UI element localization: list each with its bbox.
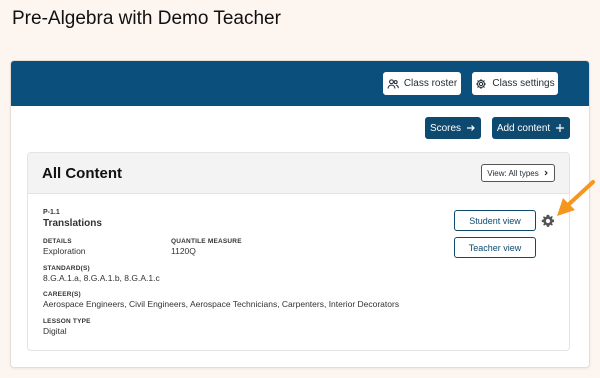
details-value: Exploration	[43, 246, 86, 256]
scores-label: Scores	[429, 122, 462, 134]
annotation-arrow-icon	[557, 180, 595, 216]
quantile-label: QUANTILE MEASURE	[171, 238, 242, 245]
student-view-button[interactable]: Student view	[454, 210, 536, 231]
teacher-view-button[interactable]: Teacher view	[454, 237, 536, 258]
view-filter-label: View: All types	[487, 168, 539, 178]
card-header: Class roster Class settings	[11, 61, 589, 106]
lesson-settings-gear-icon[interactable]	[541, 214, 555, 228]
quantile-value: 1120Q	[171, 246, 196, 256]
standards-value: 8.G.A.1.a, 8.G.A.1.b, 8.G.A.1.c	[43, 273, 160, 283]
class-card: Class roster Class settings Scores Add c…	[10, 60, 590, 368]
class-roster-button[interactable]: Class roster	[383, 72, 461, 95]
details-label: DETAILS	[43, 238, 72, 245]
standards-label: STANDARD(S)	[43, 265, 90, 272]
content-panel-header: All Content View: All types	[28, 153, 569, 194]
class-settings-button[interactable]: Class settings	[472, 72, 558, 95]
view-filter-button[interactable]: View: All types	[481, 164, 555, 182]
scores-button[interactable]: Scores	[425, 117, 481, 139]
class-settings-label: Class settings	[492, 78, 555, 89]
all-content-panel: All Content View: All types P-1.1 Transl…	[27, 152, 570, 351]
class-roster-label: Class roster	[403, 78, 458, 89]
lesson-title: Translations	[43, 218, 102, 229]
users-icon	[387, 78, 399, 89]
career-label: CAREER(S)	[43, 291, 81, 298]
chevron-right-icon	[544, 170, 548, 176]
gear-icon	[476, 78, 487, 89]
lesson-code: P-1.1	[43, 209, 60, 216]
lesson-type-label: LESSON TYPE	[43, 318, 91, 325]
add-content-button[interactable]: Add content	[492, 117, 570, 139]
lesson-type-value: Digital	[43, 326, 67, 336]
arrow-right-icon	[467, 125, 475, 131]
all-content-title: All Content	[42, 165, 122, 182]
add-content-label: Add content	[496, 122, 551, 134]
page-title: Pre-Algebra with Demo Teacher	[12, 8, 281, 29]
career-value: Aerospace Engineers, Civil Engineers, Ae…	[43, 299, 400, 309]
plus-icon	[556, 124, 565, 132]
